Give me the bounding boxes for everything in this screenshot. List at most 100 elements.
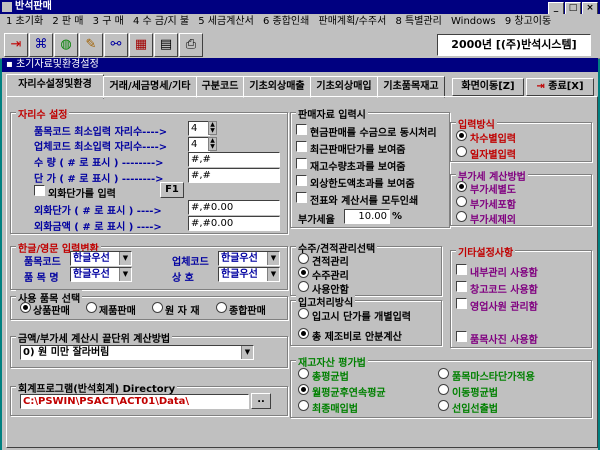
valuation-radio-5[interactable] — [438, 400, 449, 411]
globe-icon[interactable]: ◍ — [54, 33, 78, 57]
input-method-radio-1[interactable] — [456, 146, 467, 157]
valuation-radio-1[interactable] — [438, 368, 449, 379]
foreign-price-checkbox[interactable] — [34, 185, 45, 196]
close-button[interactable]: ⇥ 종료[X] — [526, 78, 594, 96]
usage-radio-3[interactable] — [216, 302, 227, 313]
vat-method-radio-0[interactable] — [456, 181, 467, 192]
valuation-option-3: 이동평균법 — [452, 388, 498, 399]
company-conv-select[interactable]: 한글우선 ▼ — [218, 267, 280, 282]
tab-initial-payable[interactable]: 기초외상매입 — [310, 76, 378, 98]
biz-code-digits-input[interactable]: 4 — [188, 137, 210, 152]
rounding-select[interactable]: 0) 원 미만 잘라버림 ▼ — [20, 345, 254, 360]
valuation-radio-0[interactable] — [298, 368, 309, 379]
chevron-down-icon[interactable]: ▼ — [267, 268, 279, 281]
menu-collection[interactable]: 4 수 금/지 불 — [133, 16, 189, 27]
warehouse-code-label: 창고코드 사용함 — [470, 285, 538, 296]
chevron-down-icon[interactable]: ▼ — [241, 346, 253, 359]
price-format-input[interactable]: #,# — [188, 168, 280, 183]
f1-button[interactable]: F1 — [160, 182, 184, 198]
internal-mgmt-checkbox[interactable] — [456, 264, 467, 275]
item-name-conv-select[interactable]: 한글우선 ▼ — [70, 267, 132, 282]
vat-rate-unit: % — [392, 211, 403, 222]
print-all-label: 전표와 계산서를 모두인쇄 — [310, 196, 419, 207]
other-settings-title: 기타설정사항 — [456, 244, 516, 259]
rounding-title: 금액/부가세 계산시 끝단위 계산방법 — [16, 330, 173, 345]
digits-group-title: 자리수 설정 — [16, 106, 70, 121]
menu-special[interactable]: 8 특별관리 — [395, 16, 441, 27]
item-code-conv-label: 품목코드 — [24, 257, 61, 268]
input-method-radio-0[interactable] — [456, 130, 467, 141]
stock-excess-checkbox[interactable] — [296, 158, 307, 169]
valuation-radio-3[interactable] — [438, 384, 449, 395]
print-all-checkbox[interactable] — [296, 192, 307, 203]
tab-trade-tax[interactable]: 거래/세금명세/기타 — [103, 76, 197, 98]
biz-code-spin-icon[interactable]: ▲ ▼ — [208, 137, 217, 151]
chevron-down-icon[interactable]: ▼ — [267, 252, 279, 265]
date-company-display: 2000년 [(주)반석시스템] — [437, 34, 591, 56]
chevron-down-icon[interactable]: ▼ — [119, 252, 131, 265]
valuation-radio-4[interactable] — [298, 400, 309, 411]
menu-print[interactable]: 6 종합인쇄 — [263, 16, 309, 27]
vat-method-radio-2[interactable] — [456, 211, 467, 222]
menu-warehouse[interactable]: 9 창고이동 — [505, 16, 551, 27]
menu-sales-plan[interactable]: 판매계획/수주서 — [319, 16, 387, 27]
input-method-option-1: 일자별입력 — [470, 150, 516, 161]
tab-initial-inventory[interactable]: 기초품목재고 — [377, 76, 445, 98]
link-icon[interactable]: ⚯ — [104, 33, 128, 57]
menu-tax-invoice[interactable]: 5 세금계산서 — [198, 16, 254, 27]
order-mgmt-radio-0[interactable] — [298, 253, 309, 264]
directory-input[interactable]: C:\PSWIN\PSACT\ACT01\Data\ — [20, 394, 249, 409]
item-code-spin-icon[interactable]: ▲ ▼ — [208, 121, 217, 135]
sales-rep-label: 영업사원 관리함 — [470, 302, 538, 313]
credit-limit-checkbox[interactable] — [296, 175, 307, 186]
cash-sale-checkbox[interactable] — [296, 124, 307, 135]
usage-radio-1[interactable] — [86, 302, 97, 313]
biz-code-digits-label: 업체코드 최소입력 자리수----> — [34, 142, 168, 153]
item-name-conv-label: 품 목 명 — [24, 273, 59, 284]
menu-sales[interactable]: 2 판 매 — [52, 16, 83, 27]
biz-code-conv-label: 업체코드 — [172, 257, 209, 268]
recent-price-checkbox[interactable] — [296, 141, 307, 152]
calculator-icon[interactable]: ▤ — [154, 33, 178, 57]
tab-initial-receivable[interactable]: 기초외상매출 — [243, 76, 311, 98]
order-mgmt-radio-1[interactable] — [298, 267, 309, 278]
item-code-digits-label: 품목코드 최소입력 자리수----> — [34, 127, 168, 138]
sales-rep-checkbox[interactable] — [456, 298, 467, 309]
screen-move-button[interactable]: 화면이동[Z] — [452, 78, 524, 96]
foreign-amount-format-input[interactable]: #,#0.00 — [188, 216, 280, 231]
vat-method-radio-1[interactable] — [456, 196, 467, 207]
item-photo-checkbox[interactable] — [456, 331, 467, 342]
edit-icon[interactable]: ✎ — [79, 33, 103, 57]
item-photo-label: 품목사진 사용함 — [470, 335, 538, 346]
usage-option-1: 제품판매 — [99, 306, 136, 317]
usage-radio-0[interactable] — [20, 302, 31, 313]
menu-purchase[interactable]: 3 구 매 — [93, 16, 124, 27]
browse-button[interactable]: .. — [251, 393, 271, 409]
menu-windows[interactable]: Windows — [451, 16, 496, 27]
printer-icon[interactable]: ⎙ — [179, 33, 203, 57]
valuation-radio-2[interactable] — [298, 384, 309, 395]
receiving-option-1: 총 제조비로 안분계산 — [312, 332, 402, 343]
chevron-down-icon[interactable]: ▼ — [119, 268, 131, 281]
exit-icon[interactable]: ⇥ — [4, 33, 28, 57]
stock-excess-label: 재고수량초과를 보여줌 — [310, 162, 406, 173]
foreign-price-format-input[interactable]: #,#0.00 — [188, 200, 280, 215]
receiving-radio-0[interactable] — [298, 308, 309, 319]
tab-category-code[interactable]: 구분코드 — [196, 76, 244, 98]
item-code-conv-select[interactable]: 한글우선 ▼ — [70, 251, 132, 266]
vat-method-option-2: 부가세제외 — [470, 215, 516, 226]
menu-init[interactable]: 1 초기화 — [6, 16, 43, 27]
biz-code-conv-select[interactable]: 한글우선 ▼ — [218, 251, 280, 266]
receiving-title: 입고처리방식 — [296, 294, 356, 309]
biz-code-conv-value: 한글우선 — [221, 253, 258, 264]
usage-radio-2[interactable] — [152, 302, 163, 313]
order-mgmt-radio-2[interactable] — [298, 281, 309, 292]
item-code-digits-input[interactable]: 4 — [188, 121, 210, 136]
warehouse-code-checkbox[interactable] — [456, 281, 467, 292]
network-icon[interactable]: ⌘ — [29, 33, 53, 57]
vat-rate-input[interactable]: 10.00 — [344, 209, 390, 224]
receiving-radio-1[interactable] — [298, 328, 309, 339]
grid-icon[interactable]: ▦ — [129, 33, 153, 57]
qty-format-input[interactable]: #,# — [188, 152, 280, 167]
order-mgmt-option-1: 수주관리 — [312, 271, 349, 282]
